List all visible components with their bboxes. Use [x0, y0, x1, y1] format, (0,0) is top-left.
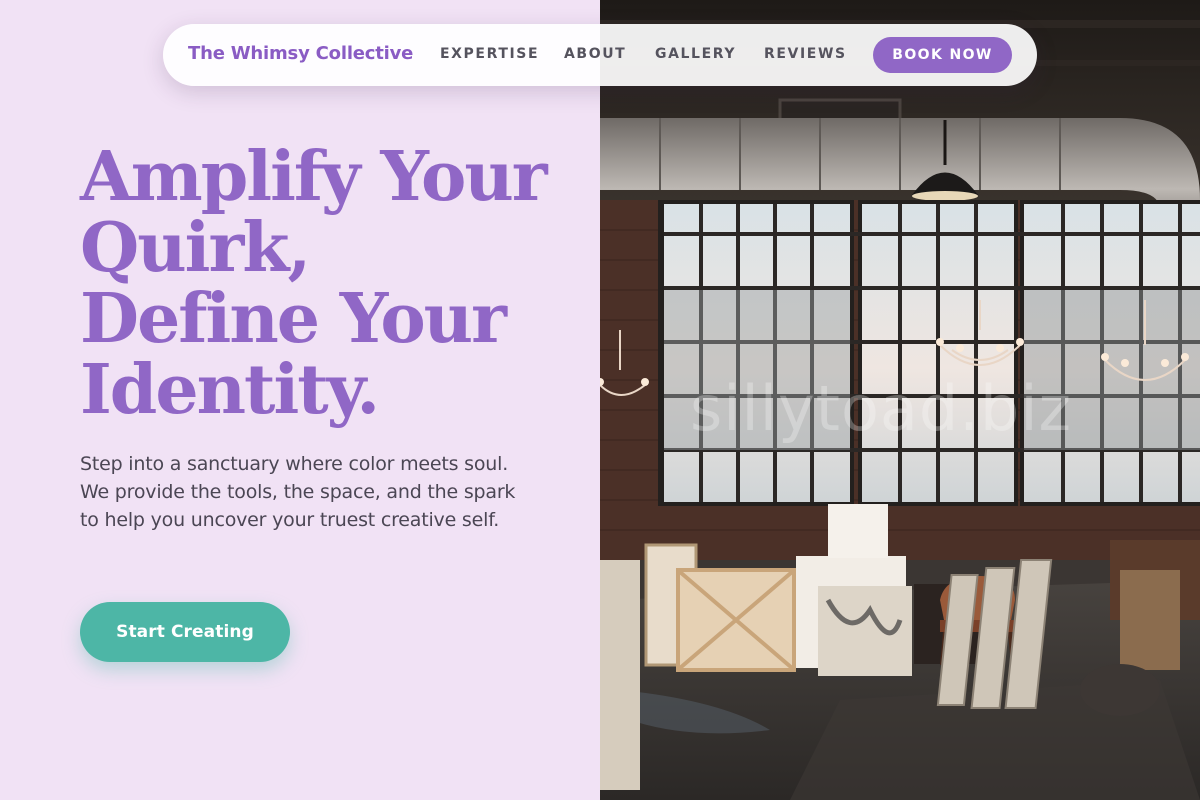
- hero-left-panel: Amplify Your Quirk, Define Your Identity…: [0, 0, 600, 800]
- watermark-text: sillytoad.biz: [690, 372, 1073, 445]
- hero-description: Step into a sanctuary where color meets …: [80, 453, 516, 531]
- start-creating-button[interactable]: Start Creating: [80, 602, 290, 662]
- hero-title: Amplify Your Quirk, Define Your Identity…: [80, 142, 580, 426]
- book-now-button[interactable]: BOOK NOW: [873, 37, 1012, 73]
- nav-link-about[interactable]: ABOUT: [564, 46, 626, 62]
- main-navigation: The Whimsy Collective EXPERTISE ABOUT GA…: [163, 24, 1037, 86]
- nav-link-reviews[interactable]: REVIEWS: [764, 46, 847, 62]
- hero-title-line: Amplify Your: [80, 137, 548, 217]
- nav-link-expertise[interactable]: EXPERTISE: [440, 46, 539, 62]
- hero-title-line: Quirk,: [80, 208, 311, 288]
- brand-logo[interactable]: The Whimsy Collective: [188, 43, 413, 64]
- hero-title-line: Define Your: [80, 279, 507, 359]
- nav-link-gallery[interactable]: GALLERY: [655, 46, 736, 62]
- hero-title-line: Identity.: [80, 350, 380, 430]
